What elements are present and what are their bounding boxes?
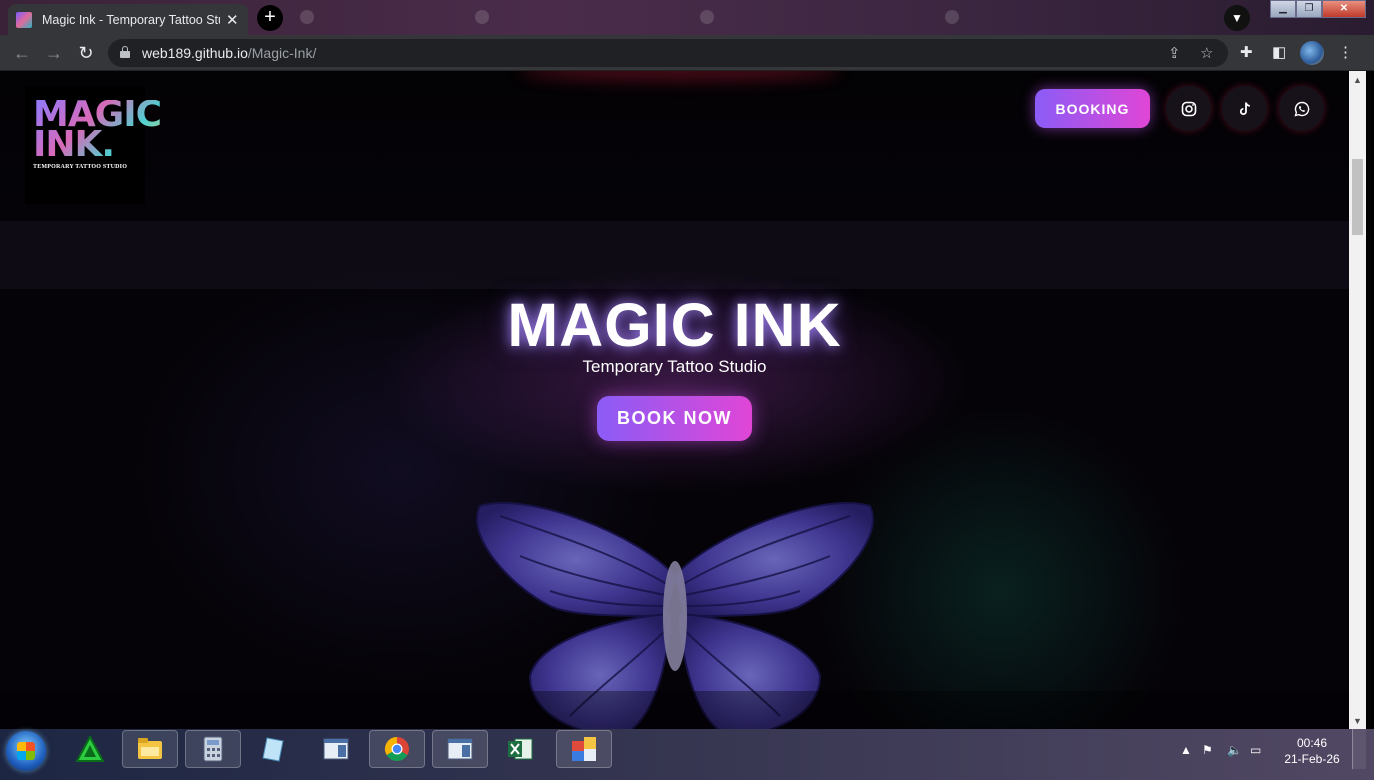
browser-toolbar: ← → ↻ web189.github.io/Magic-Ink/ ⇪ ☆ ✚ … [0,35,1374,71]
profile-avatar[interactable] [1300,41,1324,65]
taskbar-app-window[interactable] [432,730,488,768]
instagram-icon [1181,101,1196,116]
maximize-button[interactable]: ❐ [1296,0,1322,18]
network-icon[interactable]: ▭ [1250,743,1261,757]
page-scrollbar[interactable]: ▲ ▼ [1349,71,1366,729]
tiktok-icon [1239,101,1250,115]
window-controls: ▁ ❐ ✕ [1270,0,1366,18]
taskbar-app-sketchup[interactable] [62,730,118,768]
taskbar-app-excel[interactable] [492,730,548,768]
bottom-band [0,691,1349,729]
scroll-thumb[interactable] [1352,159,1363,235]
tab-search-chevron-icon[interactable]: ▼ [1224,5,1250,31]
logo-wordmark: MAGIC INK. [33,94,162,165]
taskbar-clock[interactable]: 00:46 21-Feb-26 [1282,735,1342,767]
new-tab-button[interactable]: + [257,5,283,31]
taskbar-app-window[interactable] [556,730,612,768]
taskbar-app-explorer[interactable] [122,730,178,768]
tab-favicon-icon [700,10,714,24]
taskbar-app-chrome[interactable] [369,730,425,768]
app-window-icon [323,738,349,760]
taskbar-app-notepad[interactable] [246,730,302,768]
book-now-button[interactable]: BOOK NOW [597,396,752,441]
lock-icon [120,46,130,58]
whatsapp-icon [1293,101,1309,117]
calculator-icon [203,736,223,762]
header-glow [520,71,840,81]
reload-icon[interactable]: ↻ [74,41,98,65]
instagram-button[interactable] [1166,86,1211,131]
back-arrow-icon[interactable]: ← [10,41,34,65]
start-button[interactable] [6,731,46,771]
page-viewport: MAGIC INK. TEMPORARY TATTOO STUDIO BOOKI… [0,71,1349,729]
url-text[interactable]: web189.github.io/Magic-Ink/ [142,45,316,61]
volume-icon[interactable]: 🔈 [1227,743,1242,757]
notepad-icon [262,737,284,762]
background-tab[interactable] [700,8,722,26]
share-icon[interactable]: ⇪ [1168,44,1181,62]
tab-favicon-icon [475,10,489,24]
tab-title: Magic Ink - Temporary Tattoo Studio [42,12,220,27]
sketchup-icon [75,735,105,762]
header-band [0,221,1349,289]
background-tab[interactable] [300,8,322,26]
minimize-button[interactable]: ▁ [1270,0,1296,18]
tiktok-button[interactable] [1222,86,1267,131]
show-desktop-button[interactable] [1352,729,1366,769]
action-center-flag-icon[interactable]: ⚑ [1202,743,1213,757]
taskbar-app-window[interactable] [308,730,364,768]
site-logo[interactable]: MAGIC INK. TEMPORARY TATTOO STUDIO [25,86,145,204]
tab-magic-ink[interactable]: Magic Ink - Temporary Tattoo Studio ✕ [8,4,248,35]
explorer-icon [138,738,162,759]
site-header: MAGIC INK. TEMPORARY TATTOO STUDIO BOOKI… [0,71,1349,219]
side-panel-icon[interactable]: ◧ [1272,43,1286,61]
tab-close-icon[interactable]: ✕ [226,11,239,29]
forward-arrow-icon[interactable]: → [42,41,66,65]
hero-title: MAGIC INK [507,291,842,359]
scroll-up-arrow-icon[interactable]: ▲ [1353,75,1362,85]
excel-icon [508,738,533,760]
logo-subtitle: TEMPORARY TATTOO STUDIO [33,164,128,170]
booking-button[interactable]: BOOKING [1035,89,1150,128]
close-window-button[interactable]: ✕ [1322,0,1366,18]
taskbar: ▲ ⚑ 🔈 ▭ 00:46 21-Feb-26 [0,729,1374,780]
menu-kebab-icon[interactable]: ⋮ [1338,43,1353,61]
hero-subtitle: Temporary Tattoo Studio [582,357,767,376]
background-tab[interactable] [945,8,967,26]
taskbar-app-calculator[interactable] [185,730,241,768]
extensions-puzzle-icon[interactable]: ✚ [1240,43,1253,61]
app-window-icon [572,737,596,761]
tab-strip: Magic Ink - Temporary Tattoo Studio ✕ + … [0,0,1374,35]
app-window-icon [447,738,473,760]
site-favicon-icon [16,11,32,28]
bookmark-star-icon[interactable]: ☆ [1200,44,1213,62]
tab-favicon-icon [945,10,959,24]
address-bar[interactable]: web189.github.io/Magic-Ink/ ⇪ ☆ [108,39,1228,67]
scroll-down-arrow-icon[interactable]: ▼ [1353,716,1362,726]
tray-overflow-icon[interactable]: ▲ [1180,743,1192,757]
windows-logo-icon [17,742,35,760]
tab-favicon-icon [300,10,314,24]
background-tab[interactable] [475,8,497,26]
whatsapp-button[interactable] [1279,86,1324,131]
chrome-icon [384,737,409,762]
